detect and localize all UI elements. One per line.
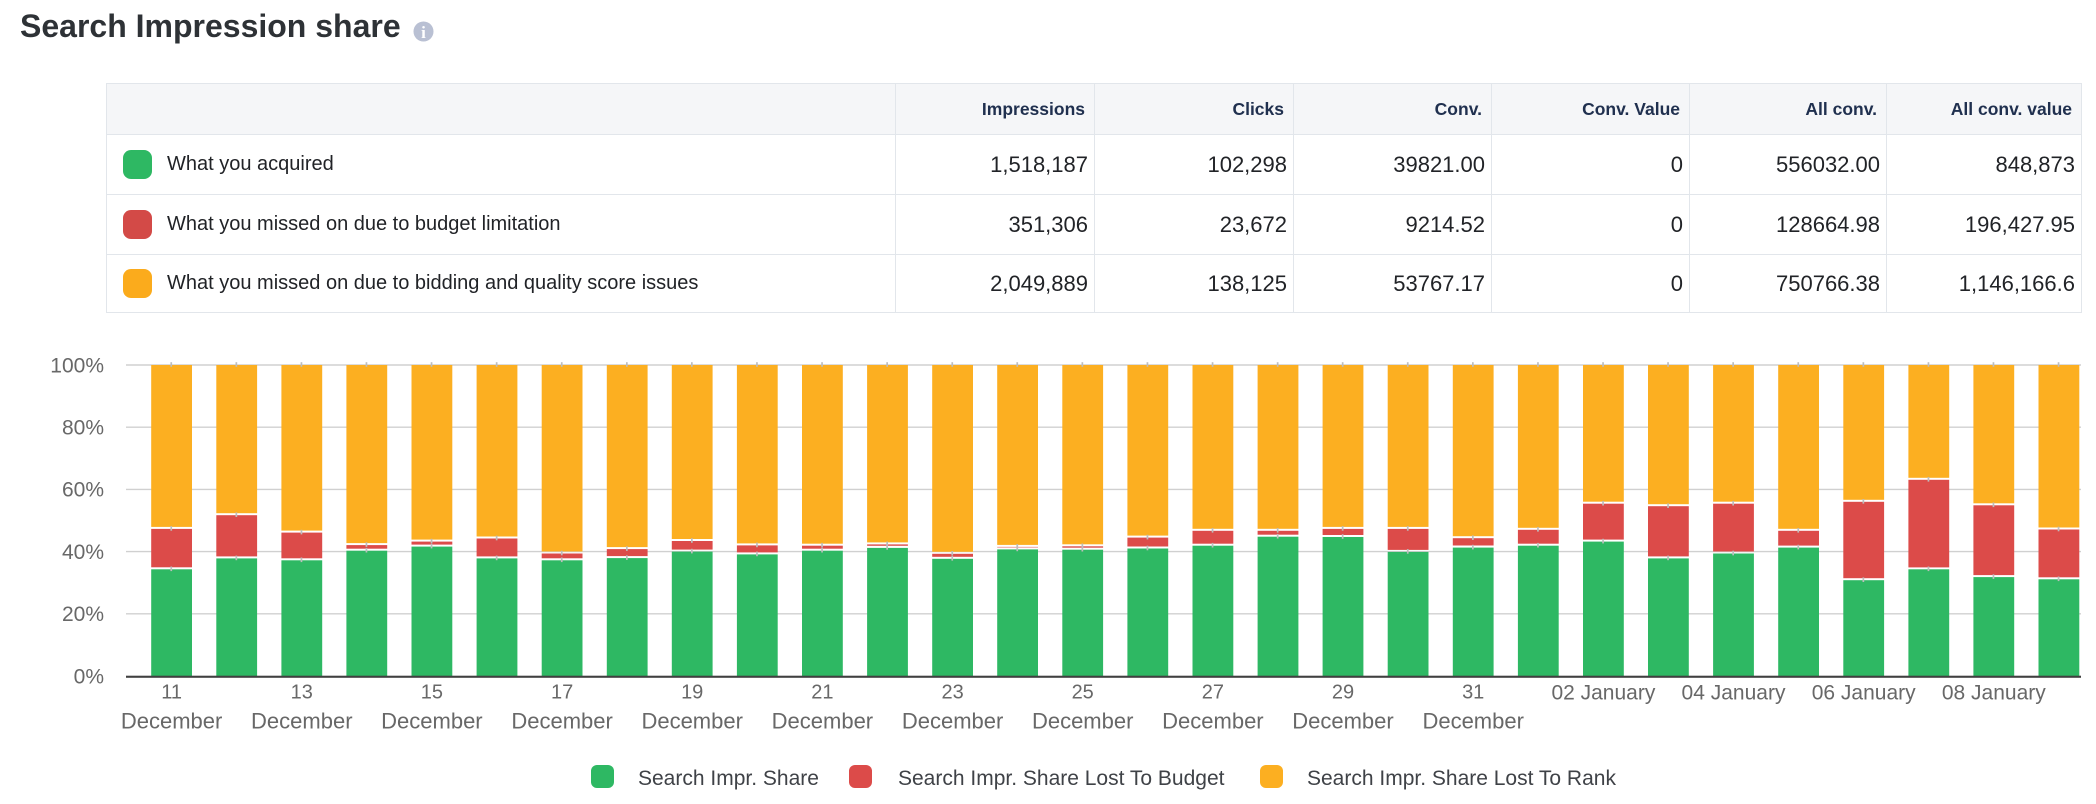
svg-text:20%: 20% bbox=[62, 603, 104, 626]
svg-text:31: 31 bbox=[1462, 682, 1484, 704]
svg-text:Search Impr. Share Lost To Ran: Search Impr. Share Lost To Rank bbox=[1307, 767, 1616, 790]
svg-text:0%: 0% bbox=[74, 665, 104, 688]
svg-text:04 January: 04 January bbox=[1682, 681, 1786, 704]
svg-text:27: 27 bbox=[1202, 682, 1224, 704]
svg-text:21: 21 bbox=[811, 682, 833, 704]
svg-text:i: i bbox=[421, 23, 426, 42]
svg-text:19: 19 bbox=[681, 682, 703, 704]
svg-text:100%: 100% bbox=[50, 354, 104, 377]
svg-text:December: December bbox=[1422, 708, 1523, 733]
svg-text:15: 15 bbox=[421, 682, 443, 704]
svg-text:December: December bbox=[772, 708, 873, 733]
svg-text:December: December bbox=[641, 708, 742, 733]
svg-text:December: December bbox=[902, 708, 1003, 733]
svg-text:December: December bbox=[1292, 708, 1393, 733]
svg-text:80%: 80% bbox=[62, 417, 104, 440]
svg-text:Search Impr. Share Lost To Bud: Search Impr. Share Lost To Budget bbox=[898, 767, 1225, 790]
svg-text:December: December bbox=[381, 708, 482, 733]
svg-text:Search Impr. Share: Search Impr. Share bbox=[638, 767, 819, 790]
svg-text:11: 11 bbox=[161, 682, 182, 704]
svg-text:13: 13 bbox=[291, 682, 313, 704]
svg-text:06 January: 06 January bbox=[1812, 681, 1916, 704]
svg-text:08 January: 08 January bbox=[1942, 681, 2046, 704]
svg-text:December: December bbox=[1032, 708, 1133, 733]
svg-text:29: 29 bbox=[1332, 682, 1354, 704]
svg-text:40%: 40% bbox=[62, 541, 104, 564]
svg-text:December: December bbox=[251, 708, 352, 733]
svg-text:25: 25 bbox=[1072, 682, 1094, 704]
svg-text:02 January: 02 January bbox=[1551, 681, 1655, 704]
svg-text:23: 23 bbox=[941, 682, 963, 704]
svg-text:60%: 60% bbox=[62, 479, 104, 502]
svg-text:December: December bbox=[511, 708, 612, 733]
svg-text:17: 17 bbox=[551, 682, 573, 704]
svg-text:December: December bbox=[1162, 708, 1263, 733]
svg-text:December: December bbox=[121, 708, 222, 733]
